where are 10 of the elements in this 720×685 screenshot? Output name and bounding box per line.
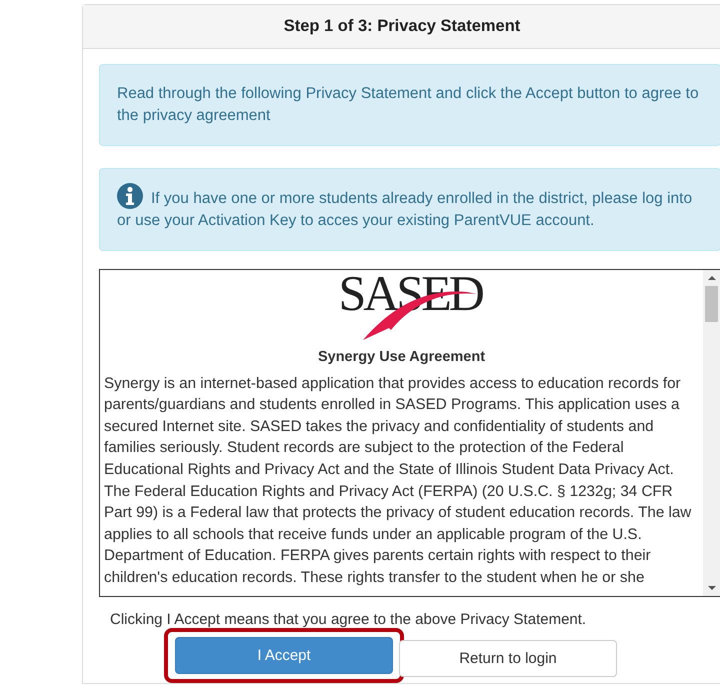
info-icon	[117, 183, 143, 209]
alert-text: Read through the following Privacy Statement and click the Accept button to agree to the privacy agreement	[117, 84, 700, 126]
return-button[interactable]: Return to login	[399, 640, 617, 677]
agreement-text: Synergy is an internet-based application that provides access to education records for parents/guardians and students enrolled in SASED Programs. This application uses a secured Internet site. SASED takes the privacy and confidentiality of students and families seriously. Student records are subject to the protection of the Federal Educational Rights and Privacy Act and the State of Illinois Student Data Privacy Act. The Federal Education Rights and Privacy Act (FERPA) (20 U.S.C. § 1232g; 34 CFR Part 99) is a Federal law that protects the privacy of student education records. The law applies to all schools that receive funds under an applicable program of the U.S. Department of Education. FERPA gives parents certain rights with respect to their children's education records. These rights transfer to the student when he or she	[104, 374, 692, 588]
accept-button[interactable]: I Accept	[175, 637, 393, 674]
panel-title: Step 1 of 3: Privacy Statement	[83, 5, 720, 49]
agreement-title: Synergy Use Agreement	[316, 348, 486, 367]
notice-text: Clicking I Accept means that you agree to the above Privacy Statement.	[110, 611, 588, 628]
alert-text: If you have one or more students already enrolled in the district, please log into or use your Activation Key to acces your existing ParentVUE account.	[117, 183, 703, 232]
scrollbar[interactable]	[703, 270, 720, 596]
